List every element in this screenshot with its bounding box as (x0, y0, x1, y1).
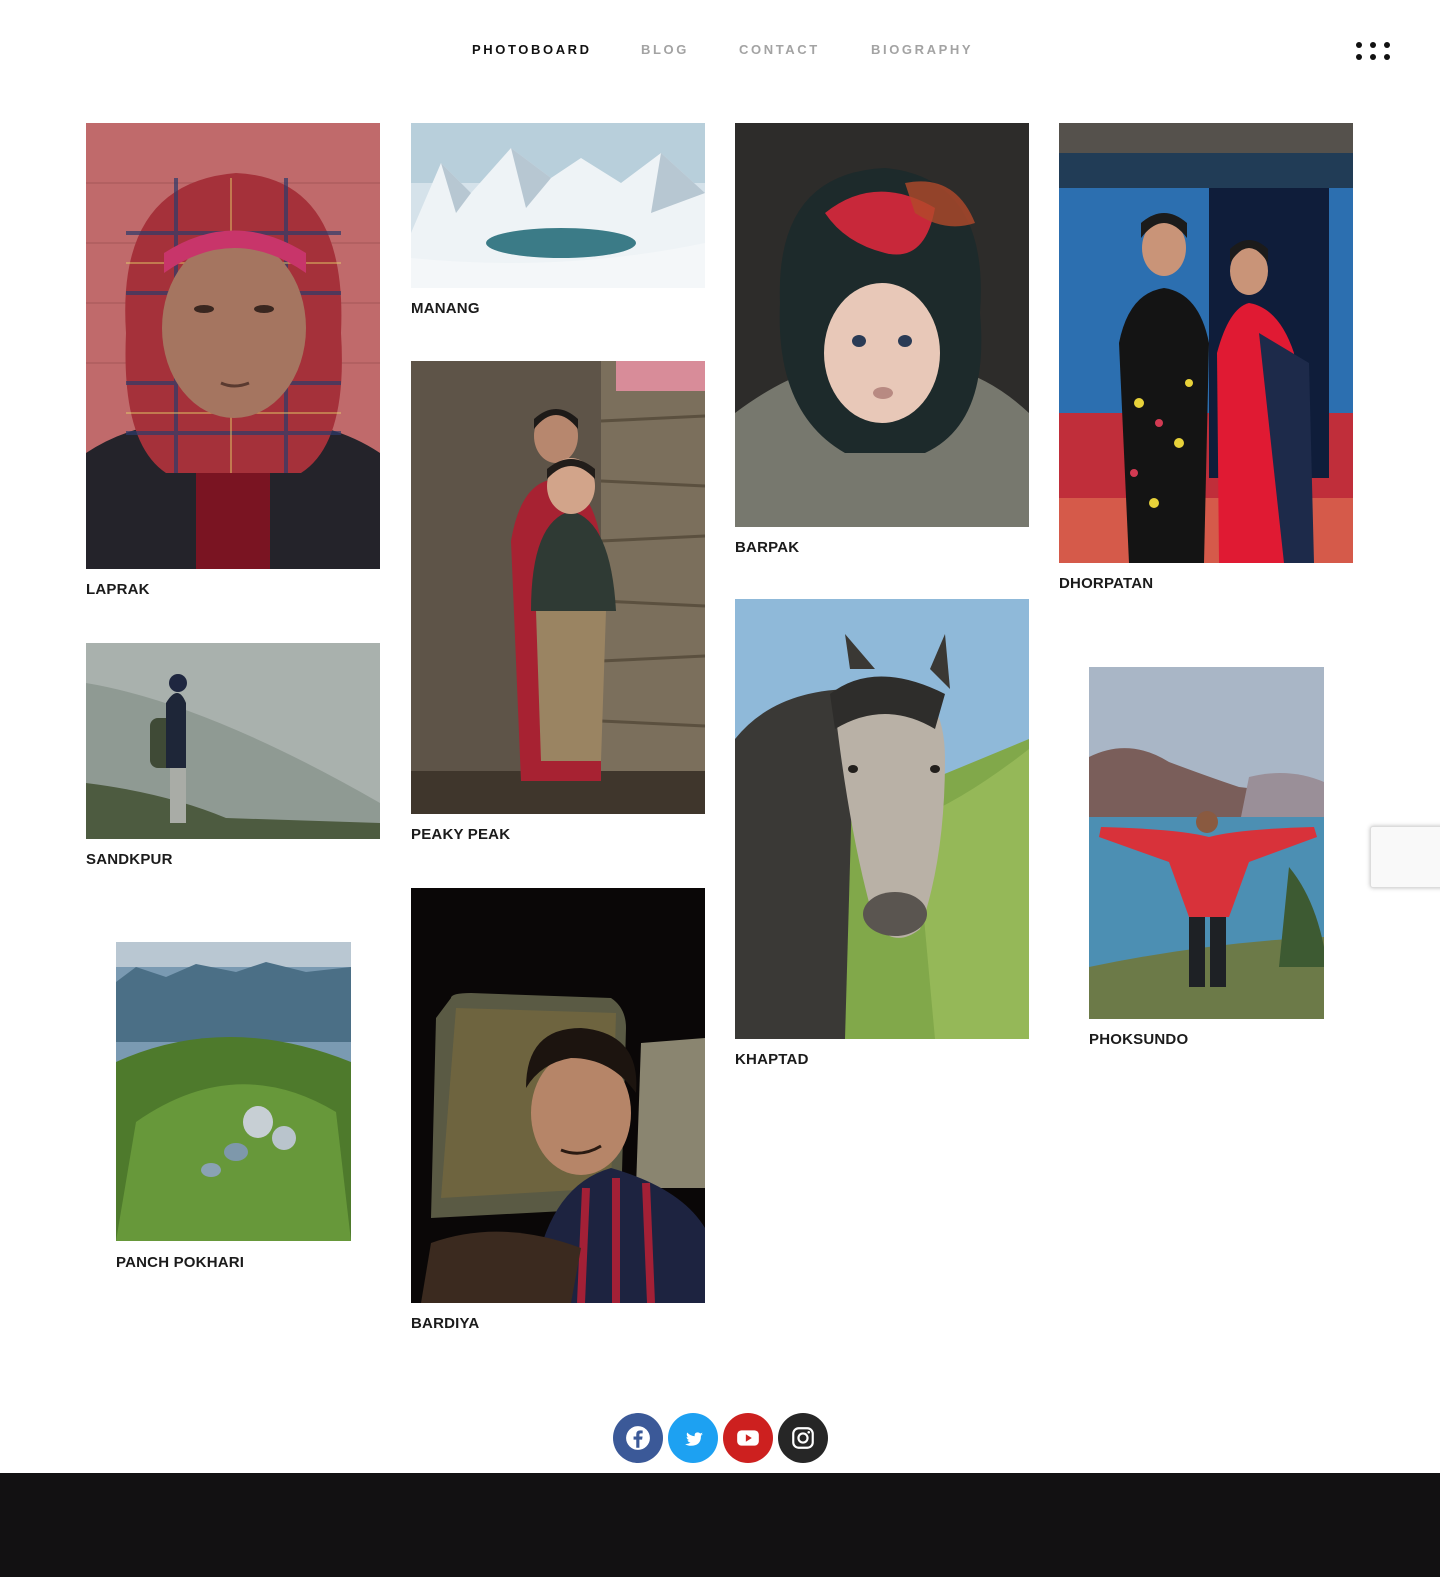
photo-bardiya (411, 888, 705, 1303)
photo-panch-pokhari (116, 942, 351, 1241)
photo-laprak (86, 123, 380, 569)
caption-peaky-peak: PEAKY PEAK (411, 826, 511, 843)
caption-phoksundo: PHOKSUNDO (1089, 1031, 1189, 1048)
photo-khaptad (735, 599, 1029, 1039)
gallery-item-peaky-peak[interactable]: PEAKY PEAK (411, 361, 705, 847)
photo-barpak (735, 123, 1029, 527)
recaptcha-badge[interactable] (1370, 826, 1440, 888)
instagram-icon[interactable] (778, 1413, 828, 1463)
caption-panch-pokhari: PANCH POKHARI (116, 1254, 245, 1271)
nav-blog[interactable]: BLOG (641, 42, 689, 57)
dots-grid-icon[interactable] (1356, 40, 1390, 62)
nav-photoboard[interactable]: PHOTOBOARD (472, 42, 592, 57)
gallery-item-laprak[interactable]: LAPRAK (86, 123, 380, 603)
gallery-item-bardiya[interactable]: BARDIYA (411, 888, 705, 1335)
gallery-item-panch-pokhari[interactable]: PANCH POKHARI (116, 942, 351, 1272)
caption-dhorpatan: DHORPATAN (1059, 575, 1154, 592)
nav-contact[interactable]: CONTACT (739, 42, 820, 57)
gallery-item-sandkpur[interactable]: SANDKPUR (86, 643, 380, 869)
photo-dhorpatan (1059, 123, 1353, 563)
caption-barpak: BARPAK (735, 539, 800, 556)
caption-sandkpur: SANDKPUR (86, 851, 173, 868)
photo-sandkpur (86, 643, 380, 839)
photo-peaky-peak (411, 361, 705, 814)
caption-bardiya: BARDIYA (411, 1315, 480, 1332)
gallery-item-dhorpatan[interactable]: DHORPATAN (1059, 123, 1353, 595)
twitter-icon[interactable] (668, 1413, 718, 1463)
footer (0, 1473, 1440, 1577)
photo-phoksundo (1089, 667, 1324, 1019)
gallery-item-manang[interactable]: MANANG (411, 123, 705, 323)
caption-laprak: LAPRAK (86, 581, 150, 598)
youtube-icon[interactable] (723, 1413, 773, 1463)
nav-biography[interactable]: BIOGRAPHY (871, 42, 973, 57)
photo-manang (411, 123, 705, 288)
social-links (613, 1413, 829, 1463)
main-nav: PHOTOBOARD BLOG CONTACT BIOGRAPHY (0, 42, 1440, 60)
facebook-icon[interactable] (613, 1413, 663, 1463)
gallery-item-phoksundo[interactable]: PHOKSUNDO (1089, 667, 1324, 1050)
caption-manang: MANANG (411, 300, 480, 317)
caption-khaptad: KHAPTAD (735, 1051, 809, 1068)
gallery-item-barpak[interactable]: BARPAK (735, 123, 1029, 558)
gallery-item-khaptad[interactable]: KHAPTAD (735, 599, 1029, 1071)
